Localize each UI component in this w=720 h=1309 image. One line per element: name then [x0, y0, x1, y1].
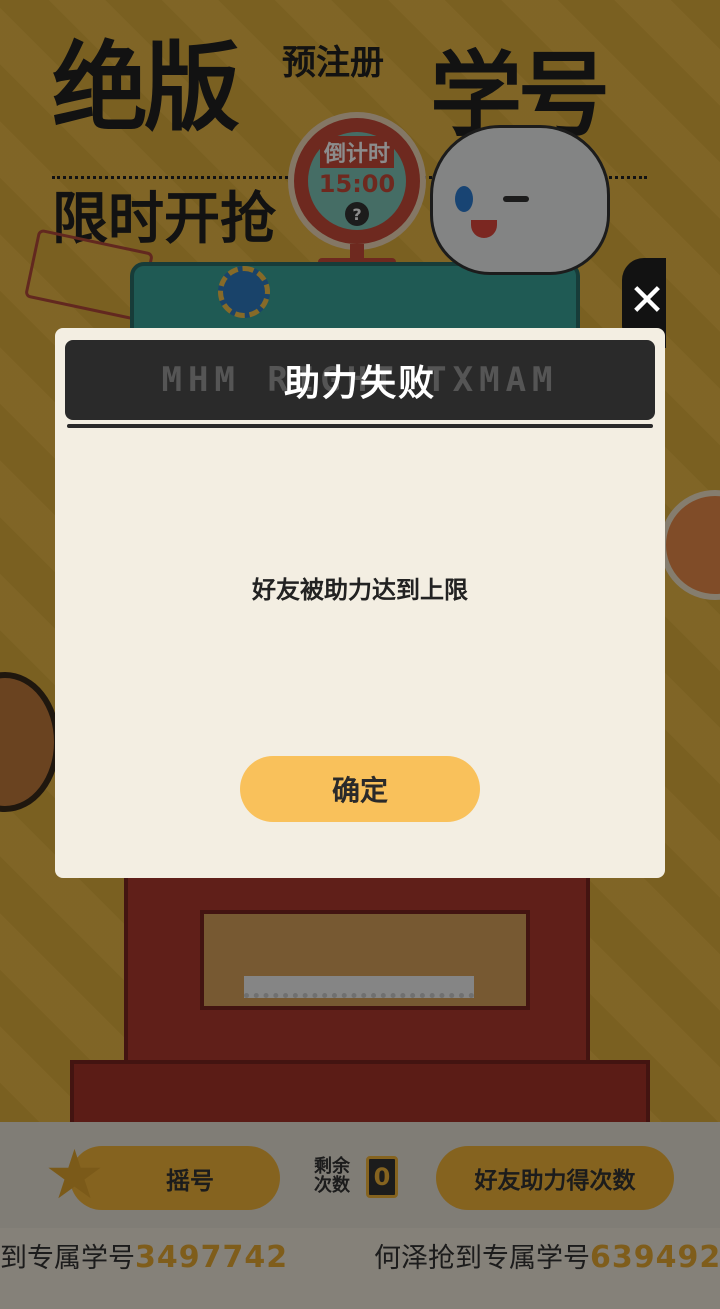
dialog-divider: [67, 424, 653, 428]
dialog-message: 好友被助力达到上限: [252, 576, 468, 604]
help-failed-dialog: MHM RIGHT TXMAM 助力失败 好友被助力达到上限 确定: [55, 328, 665, 878]
dialog-title: 助力失败: [283, 363, 436, 404]
confirm-button[interactable]: 确定: [240, 756, 480, 822]
close-icon[interactable]: ✕: [626, 279, 668, 323]
dialog-header: MHM RIGHT TXMAM 助力失败: [65, 340, 655, 420]
